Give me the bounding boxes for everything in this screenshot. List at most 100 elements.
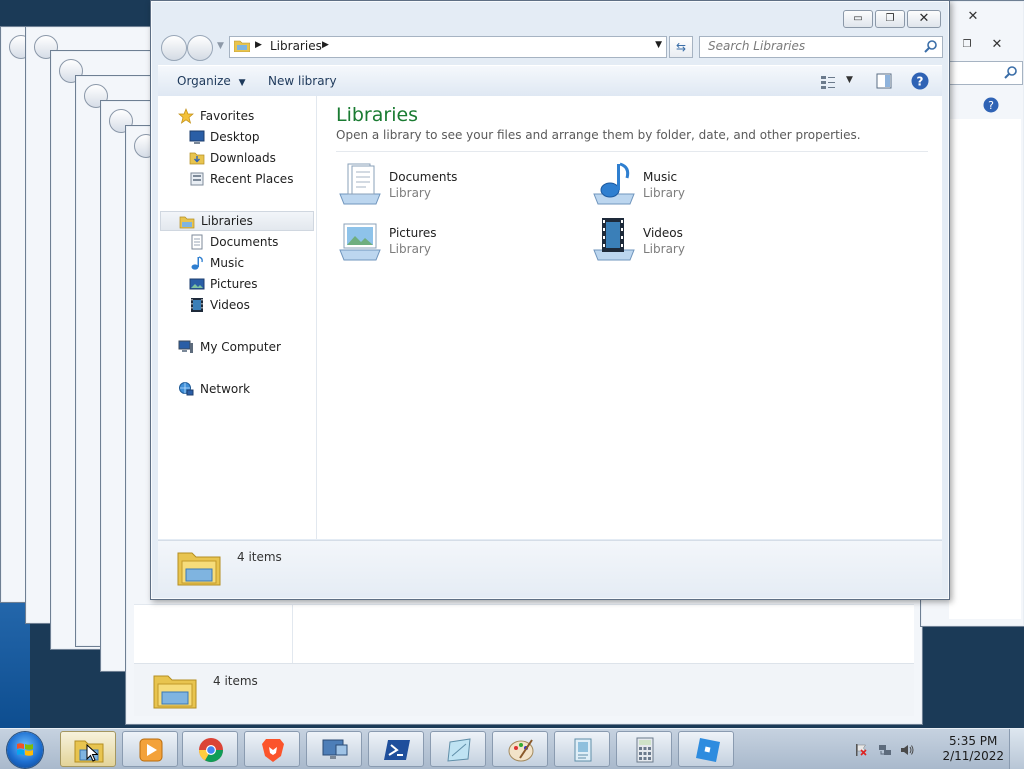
sidebar-item-videos[interactable]: Videos xyxy=(158,295,316,315)
page-subtitle: Open a library to see your files and arr… xyxy=(336,128,861,142)
computer-icon xyxy=(178,340,193,353)
pictures-icon xyxy=(189,278,205,290)
search-icon xyxy=(1004,66,1017,79)
downloads-folder-icon xyxy=(189,152,205,165)
background-status-bar: 4 items xyxy=(134,663,914,716)
sidebar-item-my-computer[interactable]: My Computer xyxy=(158,337,316,357)
library-pictures[interactable]: Pictures Library xyxy=(336,216,566,266)
action-center-flag-icon[interactable] xyxy=(854,743,868,757)
sidebar-item-label: Recent Places xyxy=(210,172,294,186)
network-icon xyxy=(179,382,194,396)
background-content xyxy=(134,604,914,665)
breadcrumb-libraries[interactable]: Libraries xyxy=(270,39,322,53)
item-count: 4 items xyxy=(237,550,282,564)
address-bar[interactable]: ▶ Libraries ▶ ▼ xyxy=(229,36,667,58)
refresh-button[interactable]: ⇆ xyxy=(669,36,693,58)
sidebar-item-music[interactable]: Music xyxy=(158,253,316,273)
star-icon xyxy=(178,108,194,124)
chevron-down-icon: ▼ xyxy=(238,78,246,88)
search-input[interactable] xyxy=(700,37,918,55)
sidebar-item-label: My Computer xyxy=(200,340,281,354)
system-clock[interactable]: 5:35 PM 2/11/2022 xyxy=(942,734,1004,764)
breadcrumb-arrow-icon[interactable]: ▶ xyxy=(255,40,262,50)
volume-icon[interactable] xyxy=(900,743,914,757)
background-status-count: 4 items xyxy=(213,674,258,688)
library-music[interactable]: Music Library xyxy=(590,160,820,210)
sidebar-item-desktop[interactable]: Desktop xyxy=(158,127,316,147)
library-folder-icon xyxy=(153,675,197,709)
sidebar-item-recent-places[interactable]: Recent Places xyxy=(158,169,316,189)
sidebar-item-pictures[interactable]: Pictures xyxy=(158,274,316,294)
libraries-folder-icon xyxy=(234,40,250,52)
command-bar: Organize ▼ New library ▼ ? xyxy=(158,65,942,97)
library-documents[interactable]: Documents Library xyxy=(336,160,566,210)
mouse-cursor-icon xyxy=(86,744,98,762)
taskbar-roblox[interactable] xyxy=(678,731,734,767)
change-view-icon[interactable] xyxy=(820,74,836,90)
recent-pages-dropdown-icon[interactable]: ▼ xyxy=(217,41,224,51)
taskbar-paint[interactable] xyxy=(492,731,548,767)
help-icon[interactable]: ? xyxy=(911,72,929,90)
breadcrumb-arrow-icon[interactable]: ▶ xyxy=(322,40,329,50)
header-divider xyxy=(336,151,928,152)
pictures-library-icon xyxy=(339,223,381,261)
sidebar-item-documents[interactable]: Documents xyxy=(158,232,316,252)
sidebar-item-label: Favorites xyxy=(200,109,255,123)
close-button[interactable]: ✕ xyxy=(907,10,941,28)
explorer-content: Favorites Desktop Downloads Recent Place… xyxy=(158,96,942,539)
view-options-dropdown-icon[interactable]: ▼ xyxy=(846,75,853,85)
powershell-icon xyxy=(384,740,410,760)
sidebar-item-label: Music xyxy=(210,256,245,270)
clock-time: 5:35 PM xyxy=(949,734,998,748)
page-title: Libraries xyxy=(336,104,419,126)
minimize-button[interactable]: ▭ xyxy=(843,10,873,28)
back-button[interactable] xyxy=(161,35,187,61)
new-library-button[interactable]: New library xyxy=(268,74,337,88)
search-box[interactable] xyxy=(699,36,943,58)
address-dropdown-icon[interactable]: ▼ xyxy=(655,40,662,50)
library-name: Videos xyxy=(643,226,683,240)
library-name: Documents xyxy=(389,170,458,184)
network-status-icon[interactable] xyxy=(878,743,892,757)
file-viewer-icon xyxy=(574,738,592,762)
clock-date: 2/11/2022 xyxy=(942,749,1004,763)
taskbar: 5:35 PM 2/11/2022 xyxy=(0,728,1024,769)
sidebar-item-label: Pictures xyxy=(210,277,258,291)
background-search-box[interactable] xyxy=(949,61,1023,85)
sidebar-item-label: Libraries xyxy=(201,214,253,228)
videos-library-icon xyxy=(593,218,635,261)
preview-pane-icon[interactable] xyxy=(876,73,892,89)
media-player-icon xyxy=(139,738,163,762)
library-kind: Library xyxy=(643,186,685,200)
svg-text:?: ? xyxy=(988,99,994,112)
forward-button[interactable] xyxy=(187,35,213,61)
organize-label: Organize xyxy=(177,74,231,88)
taskbar-media-player[interactable] xyxy=(122,731,178,767)
taskbar-brave[interactable] xyxy=(244,731,300,767)
sidebar-item-favorites[interactable]: Favorites xyxy=(158,106,316,126)
library-kind: Library xyxy=(389,242,431,256)
search-icon[interactable] xyxy=(924,39,938,53)
taskbar-remote-desktop[interactable] xyxy=(306,731,362,767)
paint-icon xyxy=(508,739,534,762)
documents-icon xyxy=(191,234,203,250)
show-desktop-button[interactable] xyxy=(1009,729,1024,769)
sidebar-item-label: Network xyxy=(200,382,251,396)
close-icon[interactable]: ✕ xyxy=(983,37,1011,53)
help-icon[interactable]: ? xyxy=(983,97,999,113)
taskbar-powershell[interactable] xyxy=(368,731,424,767)
restore-icon[interactable]: ❐ xyxy=(953,37,981,53)
maximize-button[interactable]: ❐ xyxy=(875,10,905,28)
library-videos[interactable]: Videos Library xyxy=(590,216,820,266)
taskbar-calculator[interactable] xyxy=(616,731,672,767)
taskbar-chrome[interactable] xyxy=(182,731,238,767)
close-icon[interactable]: ✕ xyxy=(959,9,987,25)
start-button[interactable] xyxy=(7,732,43,768)
sidebar-item-network[interactable]: Network xyxy=(158,379,316,399)
organize-button[interactable]: Organize ▼ xyxy=(177,74,246,88)
sidebar-item-libraries[interactable]: Libraries xyxy=(160,211,314,231)
sidebar-item-downloads[interactable]: Downloads xyxy=(158,148,316,168)
taskbar-sticky-notes[interactable] xyxy=(430,731,486,767)
library-folder-icon xyxy=(177,552,221,586)
taskbar-file-viewer[interactable] xyxy=(554,731,610,767)
